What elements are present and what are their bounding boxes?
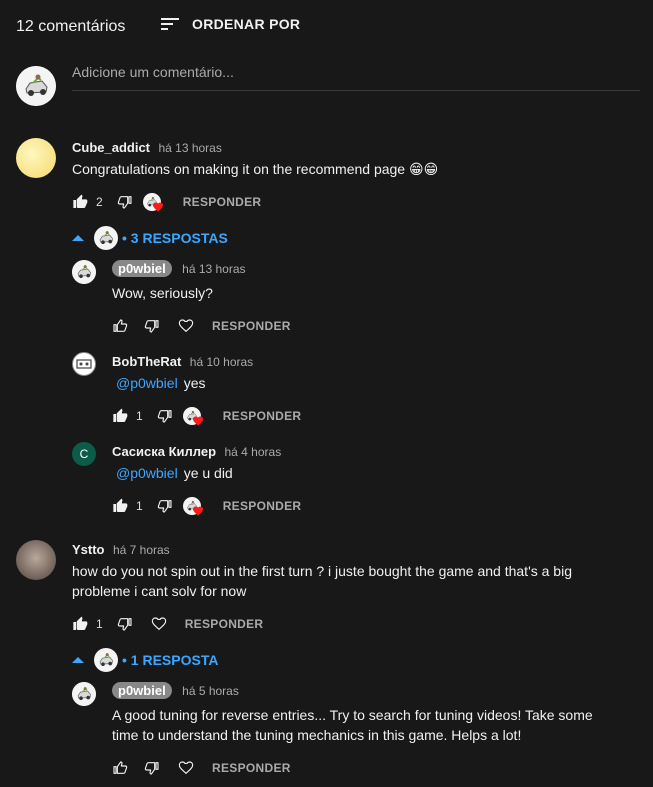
dislike-icon[interactable] (144, 760, 160, 776)
reply-author[interactable]: BobTheRat (112, 354, 181, 369)
like-count: 1 (96, 617, 103, 631)
reply-author[interactable]: p0wbiel (112, 682, 172, 699)
reply-button[interactable]: RESPONDER (223, 499, 302, 513)
chevron-up-icon (72, 657, 84, 663)
creator-heart-badge[interactable] (183, 405, 205, 427)
creator-avatar-icon (94, 226, 118, 250)
heart-icon (192, 505, 204, 517)
heart-outline-icon[interactable] (178, 318, 194, 334)
dislike-icon[interactable] (157, 408, 173, 424)
comment-count: 12 comentários (16, 18, 126, 35)
comment-header: Ystto há 7 horas (72, 541, 170, 559)
avatar (72, 352, 96, 376)
reply-actions: RESPONDER (112, 314, 291, 338)
like-icon[interactable] (112, 408, 128, 424)
reply-button[interactable]: RESPONDER (212, 319, 291, 333)
dislike-icon[interactable] (144, 318, 160, 334)
like-count: 2 (96, 195, 103, 209)
reply-header: BobTheRat há 10 horas (112, 353, 253, 371)
reply-body: ye u did (183, 465, 233, 481)
add-comment-input[interactable]: Adicione um comentário... (72, 64, 640, 91)
heart-outline-icon[interactable] (151, 616, 167, 632)
comment-text-line: probleme i cant solv for now (72, 583, 247, 599)
reply-time[interactable]: há 5 horas (182, 684, 239, 698)
comment-text: how do you not spin out in the first tur… (72, 561, 642, 601)
reply-author[interactable]: p0wbiel (112, 260, 172, 277)
avatar (72, 682, 96, 706)
reply-text: @p0wbiel yes (116, 373, 205, 393)
avatar (16, 540, 56, 580)
reply-header: p0wbiel há 5 horas (112, 682, 239, 700)
avatar: C (72, 442, 96, 466)
creator-avatar-icon (94, 648, 118, 672)
reply-author[interactable]: Сасиска Киллер (112, 444, 216, 459)
creator-heart-badge[interactable] (183, 495, 205, 517)
reply-time[interactable]: há 13 horas (182, 262, 245, 276)
like-icon[interactable] (112, 760, 128, 776)
like-icon[interactable] (112, 318, 128, 334)
comment-text: Congratulations on making it on the reco… (72, 161, 439, 177)
comment-header: Cube_addict há 13 horas (72, 139, 222, 157)
reply-text: A good tuning for reverse entries... Try… (112, 705, 642, 745)
reply-text: Wow, seriously? (112, 285, 213, 301)
reply-text: @p0wbiel ye u did (116, 463, 233, 483)
creator-heart-badge[interactable] (143, 191, 165, 213)
dislike-icon[interactable] (117, 616, 133, 632)
reply-button[interactable]: RESPONDER (212, 761, 291, 775)
heart-icon (152, 201, 164, 213)
comment-actions: 2 RESPONDER (72, 190, 261, 214)
replies-count: • 3 RESPOSTAS (122, 230, 228, 246)
replies-count: • 1 RESPOSTA (122, 652, 219, 668)
comment-actions: 1 RESPONDER (72, 612, 263, 636)
heart-outline-icon[interactable] (178, 760, 194, 776)
reply-header: p0wbiel há 13 horas (112, 260, 246, 278)
like-icon[interactable] (72, 194, 88, 210)
avatar (72, 260, 96, 284)
mention-link[interactable]: @p0wbiel (116, 465, 178, 481)
sort-label: ORDENAR POR (192, 16, 301, 32)
like-count: 1 (136, 409, 143, 423)
replies-toggle[interactable]: • 3 RESPOSTAS (72, 226, 228, 250)
comment-author[interactable]: Cube_addict (72, 140, 150, 155)
current-user-avatar (16, 66, 56, 106)
reply-header: Сасиска Киллер há 4 horas (112, 443, 281, 461)
like-count: 1 (136, 499, 143, 513)
chevron-up-icon (72, 235, 84, 241)
reply-actions: 1 RESPONDER (112, 494, 301, 518)
avatar (16, 138, 56, 178)
reply-button[interactable]: RESPONDER (183, 195, 262, 209)
replies-toggle[interactable]: • 1 RESPOSTA (72, 648, 218, 672)
mention-link[interactable]: @p0wbiel (116, 375, 178, 391)
comment-author[interactable]: Ystto (72, 542, 105, 557)
like-icon[interactable] (72, 616, 88, 632)
heart-icon (192, 415, 204, 427)
sort-button[interactable]: ORDENAR POR (160, 16, 300, 32)
reply-text-line: time to understand the tuning mechanics … (112, 727, 522, 743)
reply-text-line: A good tuning for reverse entries... Try… (112, 707, 593, 723)
reply-actions: 1 RESPONDER (112, 404, 301, 428)
reply-time[interactable]: há 10 horas (190, 355, 253, 369)
reply-actions: RESPONDER (112, 756, 291, 780)
sort-icon (161, 18, 179, 30)
reply-button[interactable]: RESPONDER (185, 617, 264, 631)
dislike-icon[interactable] (157, 498, 173, 514)
reply-body: yes (183, 375, 206, 391)
reply-button[interactable]: RESPONDER (223, 409, 302, 423)
like-icon[interactable] (112, 498, 128, 514)
reply-time[interactable]: há 4 horas (224, 445, 281, 459)
comment-time[interactable]: há 13 horas (158, 141, 221, 155)
comment-text-line: how do you not spin out in the first tur… (72, 563, 572, 579)
dislike-icon[interactable] (117, 194, 133, 210)
comment-time[interactable]: há 7 horas (113, 543, 170, 557)
